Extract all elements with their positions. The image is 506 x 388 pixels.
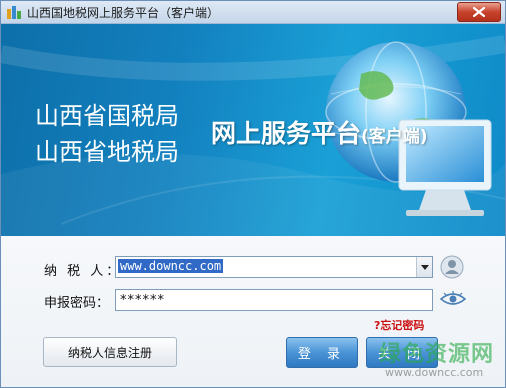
title-bar[interactable]: 山西国地税网上服务平台（客户端） bbox=[1, 1, 505, 24]
user-avatar-icon[interactable] bbox=[440, 255, 464, 279]
taxpayer-value: www.downcc.com bbox=[118, 259, 224, 273]
chevron-down-icon bbox=[420, 264, 429, 270]
dropdown-arrow-button[interactable] bbox=[416, 257, 432, 277]
taxpayer-combobox[interactable]: www.downcc.com bbox=[115, 256, 433, 278]
platform-title: 网上服务平台(客户端) bbox=[211, 114, 428, 150]
login-window: 山西国地税网上服务平台（客户端） 山西省国税局 山西省地税局 网上服务平台(客户… bbox=[0, 0, 506, 388]
banner: 山西省国税局 山西省地税局 网上服务平台(客户端) bbox=[1, 24, 505, 236]
forgot-password-link[interactable]: ?忘记密码 bbox=[374, 317, 424, 333]
platform-name: 网上服务平台 bbox=[211, 119, 362, 148]
close-icon bbox=[473, 7, 485, 17]
password-label: 申报密码： bbox=[44, 296, 110, 311]
password-field[interactable]: ****** bbox=[115, 289, 433, 311]
login-form: 纳 税 人： www.downcc.com 申报密码： ****** ?忘记密码… bbox=[1, 236, 505, 387]
login-button[interactable]: 登 录 bbox=[286, 337, 358, 368]
window-title: 山西国地税网上服务平台（客户端） bbox=[27, 6, 220, 20]
close-button[interactable]: 关 闭 bbox=[366, 337, 438, 368]
taxpayer-register-button[interactable]: 纳税人信息注册 bbox=[43, 337, 177, 367]
window-close-button[interactable] bbox=[457, 2, 501, 22]
platform-suffix: (客户端) bbox=[361, 127, 428, 147]
brand-local-tax: 山西省地税局 bbox=[35, 138, 179, 166]
taxpayer-label: 纳 税 人： bbox=[44, 264, 123, 279]
password-value: ****** bbox=[120, 293, 165, 308]
brand-state-tax: 山西省国税局 bbox=[35, 102, 179, 130]
eye-icon[interactable] bbox=[440, 291, 466, 307]
app-icon bbox=[7, 6, 21, 19]
